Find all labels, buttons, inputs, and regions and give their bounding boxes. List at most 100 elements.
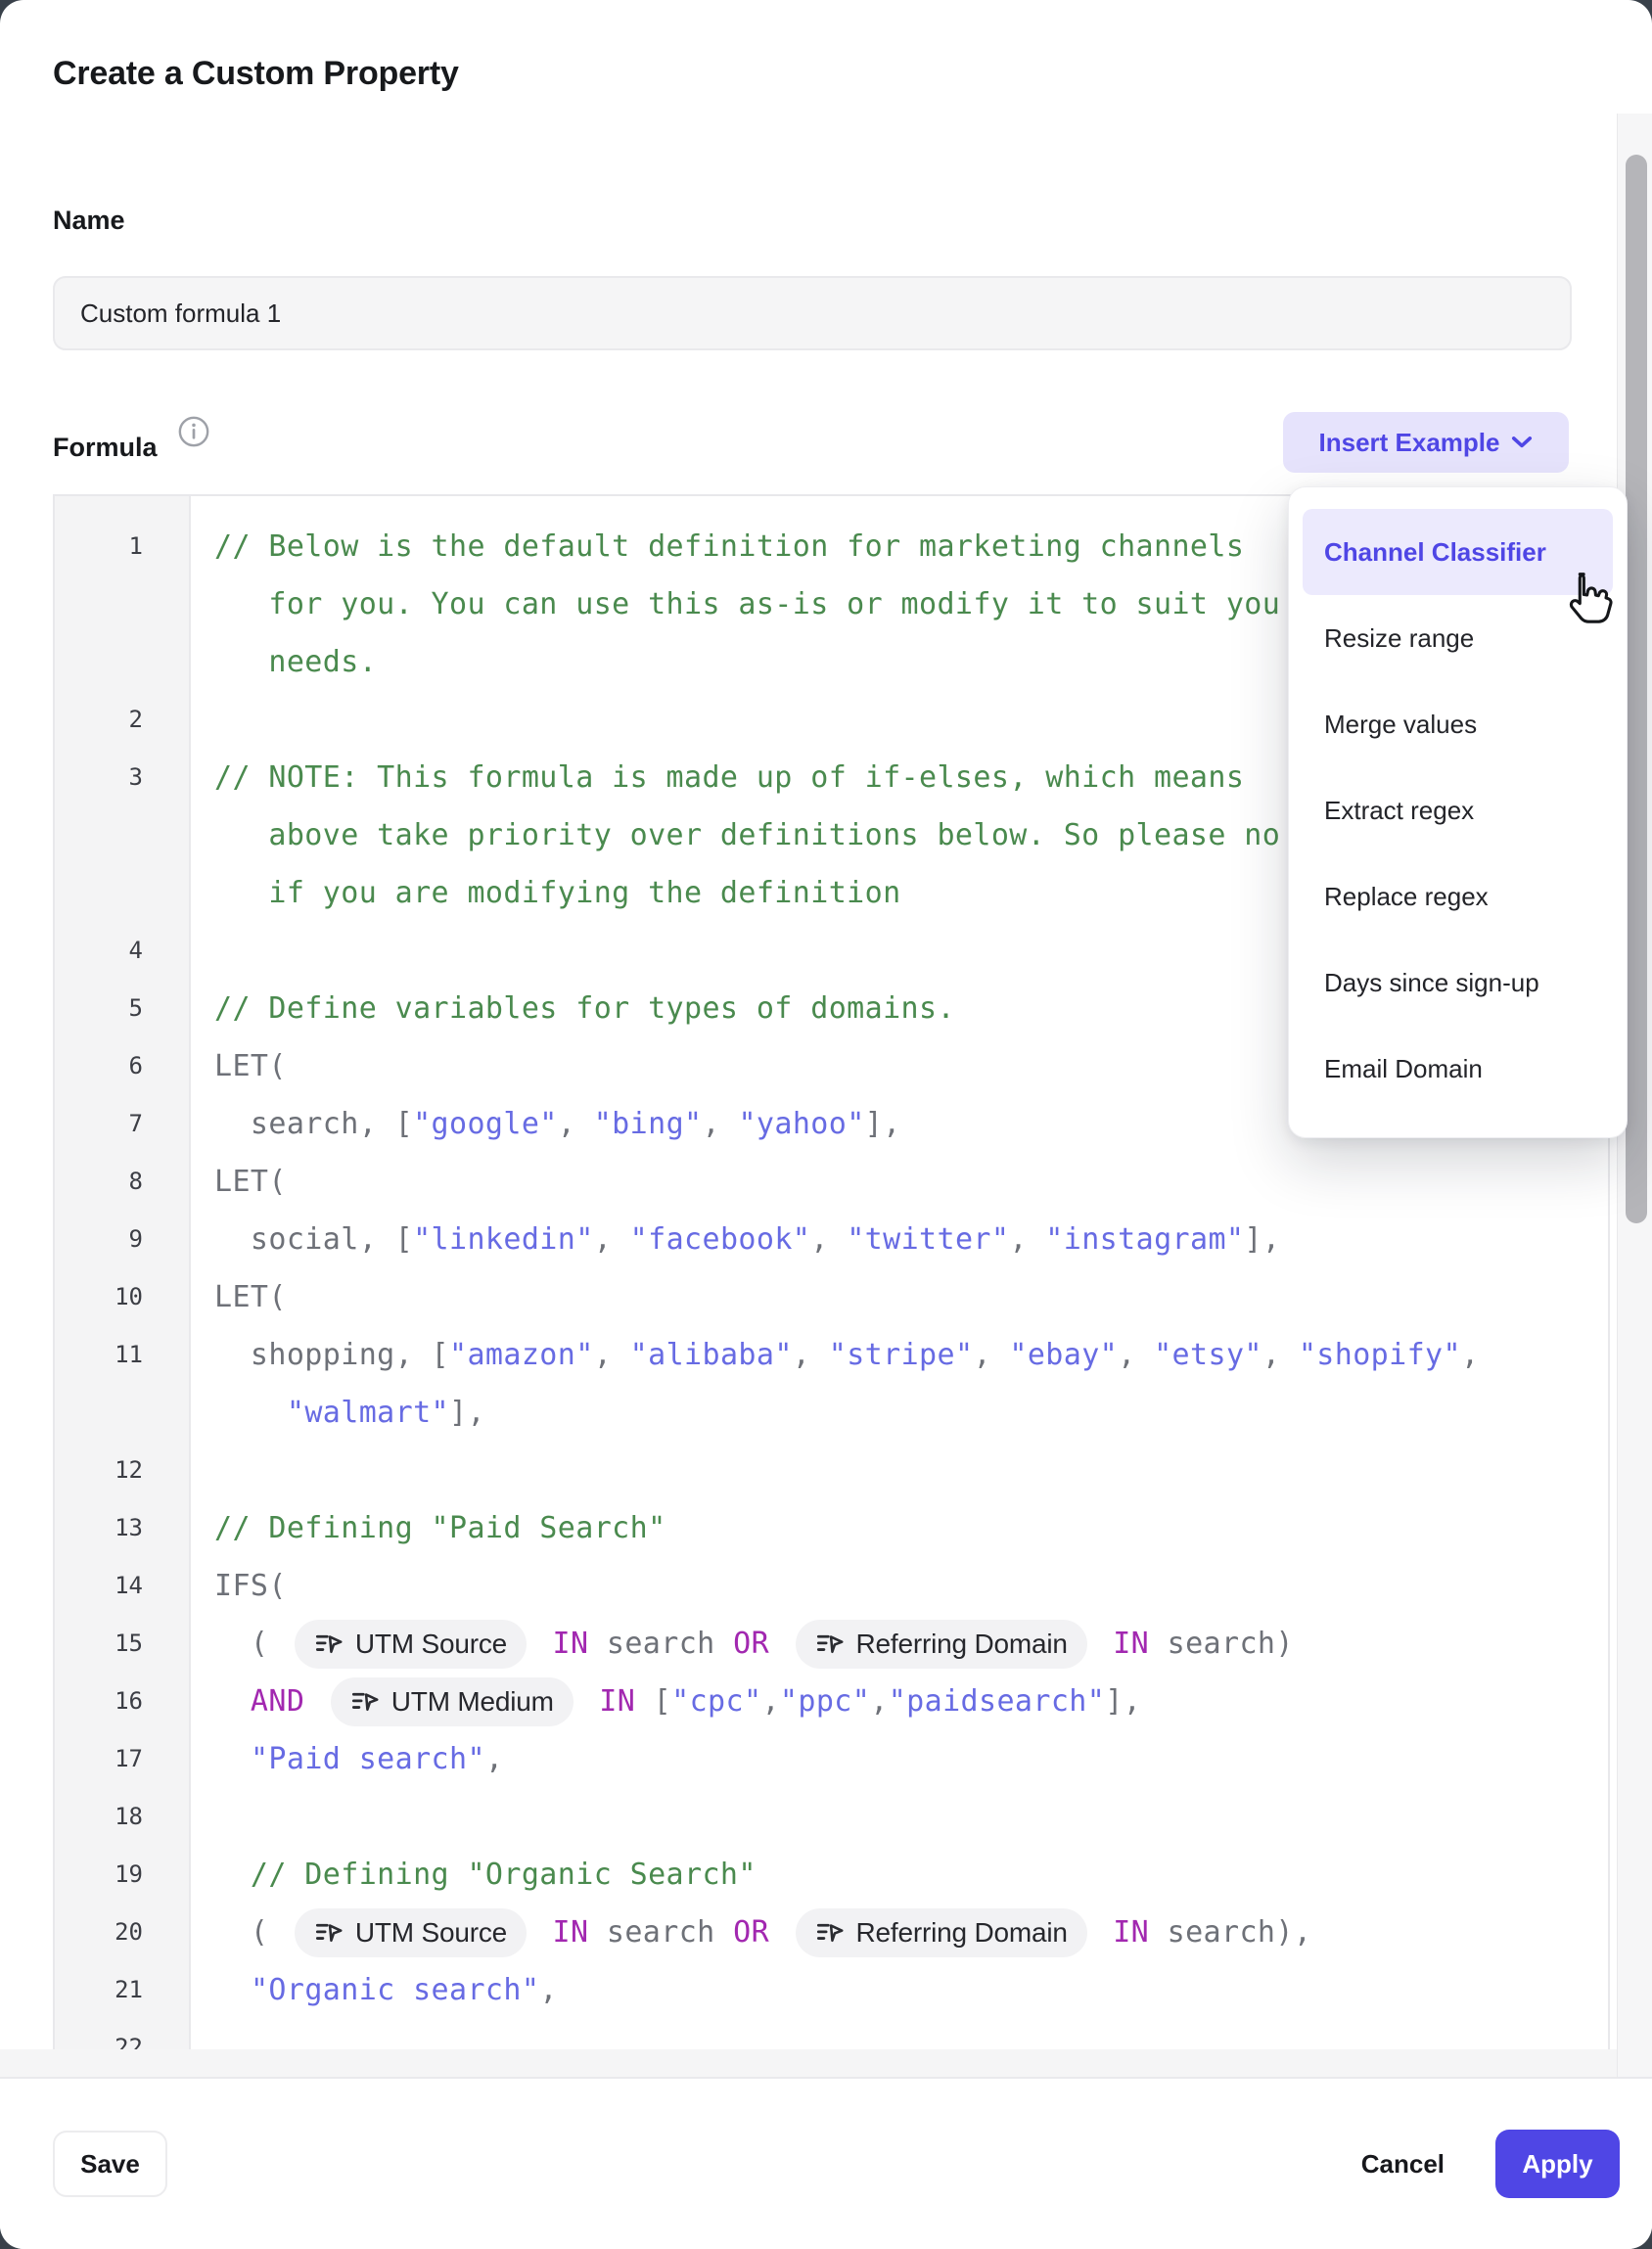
code-token bbox=[214, 1742, 251, 1776]
line-number bbox=[55, 633, 143, 691]
code-token: , bbox=[973, 1338, 1009, 1372]
code-token: "etsy" bbox=[1154, 1338, 1262, 1372]
create-custom-property-modal: Create a Custom Property Name Formula In… bbox=[0, 0, 1652, 2249]
code-token: "alibaba" bbox=[630, 1338, 793, 1372]
code-row: "walmart"], bbox=[214, 1384, 1608, 1442]
code-token: // Below is the default definition for m… bbox=[214, 529, 1244, 564]
property-chip[interactable]: UTM Source bbox=[295, 1908, 527, 1957]
code-token: , bbox=[1118, 1338, 1154, 1372]
name-input[interactable] bbox=[53, 276, 1572, 350]
menu-item-days-since-sign-up[interactable]: Days since sign-up bbox=[1303, 940, 1613, 1026]
line-number: 18 bbox=[55, 1788, 143, 1846]
line-number: 5 bbox=[55, 980, 143, 1037]
code-token: ( bbox=[214, 1915, 287, 1950]
code-token bbox=[214, 1396, 287, 1430]
formula-label: Formula bbox=[53, 433, 158, 463]
code-token: "facebook" bbox=[630, 1222, 811, 1257]
code-token: search bbox=[588, 1915, 733, 1950]
property-chip[interactable]: UTM Source bbox=[295, 1620, 527, 1669]
code-token: , bbox=[1262, 1338, 1299, 1372]
code-token: , bbox=[793, 1338, 829, 1372]
property-icon bbox=[314, 1631, 344, 1657]
line-number: 3 bbox=[55, 749, 143, 806]
code-row: LET( bbox=[214, 1153, 1608, 1211]
code-token: "linkedin" bbox=[413, 1222, 594, 1257]
line-number: 16 bbox=[55, 1673, 143, 1730]
code-token: , bbox=[594, 1338, 630, 1372]
line-number: 1 bbox=[55, 518, 143, 575]
code-token: "walmart" bbox=[287, 1396, 449, 1430]
code-token: "google" bbox=[413, 1107, 558, 1141]
code-token: ], bbox=[449, 1396, 485, 1430]
code-token: , bbox=[1461, 1338, 1479, 1372]
code-token: // Defining "Paid Search" bbox=[214, 1511, 666, 1545]
line-number: 4 bbox=[55, 922, 143, 980]
menu-item-resize-range[interactable]: Resize range bbox=[1303, 595, 1613, 681]
apply-button[interactable]: Apply bbox=[1495, 2130, 1620, 2198]
property-icon bbox=[350, 1689, 380, 1715]
code-token: "Paid search" bbox=[251, 1742, 485, 1776]
code-token: "bing" bbox=[594, 1107, 703, 1141]
backdrop: Create a Custom Property Name Formula In… bbox=[0, 0, 1652, 2249]
line-number: 19 bbox=[55, 1846, 143, 1904]
code-row: IFS( bbox=[214, 1557, 1608, 1615]
code-row: AND UTM Medium IN ["cpc","ppc","paidsear… bbox=[214, 1673, 1608, 1730]
horizontal-scrollbar-track[interactable] bbox=[0, 2049, 1652, 2077]
insert-example-button[interactable]: Insert Example bbox=[1283, 412, 1569, 473]
code-token: OR bbox=[733, 1627, 769, 1661]
menu-item-email-domain[interactable]: Email Domain bbox=[1303, 1026, 1613, 1112]
code-token: , bbox=[594, 1222, 630, 1257]
property-chip-label: UTM Source bbox=[355, 1917, 507, 1949]
code-row: // Defining "Paid Search" bbox=[214, 1499, 1608, 1557]
code-token: , bbox=[703, 1107, 739, 1141]
line-number: 11 bbox=[55, 1326, 143, 1384]
line-number: 12 bbox=[55, 1442, 143, 1499]
code-row bbox=[214, 1442, 1608, 1499]
code-token: "cpc" bbox=[671, 1684, 761, 1719]
property-chip[interactable]: Referring Domain bbox=[796, 1908, 1087, 1957]
code-token: "ebay" bbox=[1009, 1338, 1118, 1372]
code-token bbox=[769, 1915, 787, 1950]
code-row: shopping, ["amazon", "alibaba", "stripe"… bbox=[214, 1326, 1608, 1384]
code-token: "shopify" bbox=[1299, 1338, 1461, 1372]
code-row: "Paid search", bbox=[214, 1730, 1608, 1788]
code-token: , bbox=[761, 1684, 779, 1719]
code-token: , bbox=[485, 1742, 503, 1776]
code-token: IN bbox=[534, 1915, 588, 1950]
cancel-button[interactable]: Cancel bbox=[1355, 2148, 1450, 2180]
code-row: social, ["linkedin", "facebook", "twitte… bbox=[214, 1211, 1608, 1268]
menu-item-channel-classifier[interactable]: Channel Classifier bbox=[1303, 509, 1613, 595]
line-number: 21 bbox=[55, 1961, 143, 2019]
line-number: 9 bbox=[55, 1211, 143, 1268]
code-token: // Defining "Organic Search" bbox=[214, 1858, 757, 1892]
info-icon[interactable] bbox=[177, 415, 210, 448]
line-number: 7 bbox=[55, 1095, 143, 1153]
code-token bbox=[214, 1973, 251, 2007]
line-number: 10 bbox=[55, 1268, 143, 1326]
menu-item-merge-values[interactable]: Merge values bbox=[1303, 681, 1613, 767]
code-token: social, [ bbox=[214, 1222, 413, 1257]
code-token: "amazon" bbox=[449, 1338, 594, 1372]
code-token: "paidsearch" bbox=[889, 1684, 1106, 1719]
code-token: , bbox=[1009, 1222, 1045, 1257]
save-button[interactable]: Save bbox=[53, 2131, 167, 2197]
modal-footer: Save Cancel Apply bbox=[0, 2077, 1652, 2249]
code-token: "instagram" bbox=[1045, 1222, 1244, 1257]
line-number bbox=[55, 1384, 143, 1442]
code-token: AND bbox=[214, 1684, 304, 1719]
code-token: IN bbox=[1095, 1915, 1149, 1950]
property-icon bbox=[815, 1920, 845, 1946]
vertical-scrollbar-thumb[interactable] bbox=[1626, 155, 1647, 1223]
code-token: "yahoo" bbox=[738, 1107, 864, 1141]
line-number: 15 bbox=[55, 1615, 143, 1673]
property-chip[interactable]: UTM Medium bbox=[331, 1677, 574, 1726]
menu-item-extract-regex[interactable]: Extract regex bbox=[1303, 767, 1613, 853]
page-title: Create a Custom Property bbox=[53, 55, 459, 93]
property-chip-label: UTM Source bbox=[355, 1629, 507, 1660]
property-chip[interactable]: Referring Domain bbox=[796, 1620, 1087, 1669]
gutter: 12345678910111213141516171819202122 bbox=[55, 496, 191, 2075]
code-token: // Define variables for types of domains… bbox=[214, 991, 955, 1026]
menu-item-replace-regex[interactable]: Replace regex bbox=[1303, 853, 1613, 940]
code-token: , bbox=[870, 1684, 888, 1719]
code-token: above take priority over definitions bel… bbox=[214, 818, 1280, 852]
